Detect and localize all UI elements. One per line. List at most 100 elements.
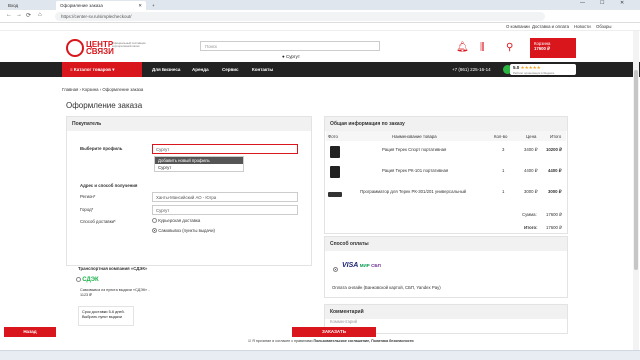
agreement-row[interactable]: ☑ Я прочитал и согласен с правилами Поль… [248,339,414,343]
nav-service[interactable]: Сервис [222,67,239,72]
product-image-2[interactable] [330,166,340,178]
product-image-3[interactable] [328,192,342,197]
city-selector[interactable]: ● Сургут [282,54,300,59]
payment-heading: Способ оплаты [325,237,567,251]
maximize-icon[interactable]: ☐ [600,0,604,6]
search-input[interactable]: Поиск [200,41,380,51]
delivery-label: Способ доставки* [80,219,116,224]
product-price-1: 3400 ₽ [524,147,538,152]
product-name-1[interactable]: Рация Терек Спорт портативная [382,147,446,152]
user-icon[interactable]: ⚲ [506,42,513,53]
url-field[interactable]: https://center-sv.ru/simplecheckout/ [55,12,545,21]
profile-label: Выберите профиль [80,146,123,151]
cdek-option[interactable]: СДЭК [76,277,99,283]
page-title: Оформление заказа [66,101,143,110]
cdek-term-box[interactable]: Срок доставки 5-6 дней. Выбрать пункт вы… [78,306,134,326]
col-qty: Кол-во [494,134,508,139]
taskbar [0,350,640,360]
sum-value: 17600 ₽ [546,212,562,217]
agreement-checkbox[interactable]: ☑ [248,339,251,343]
top-link-reviews[interactable]: Обзоры [596,24,612,29]
col-price: Цена [526,134,537,139]
close-window-icon[interactable]: ✕ [620,0,624,6]
cart-sum: 17600 ₽ [534,46,550,51]
forward-icon[interactable]: → [16,12,22,18]
product-name-3[interactable]: Программатор для Терек РК-301/201 универ… [360,189,466,194]
transport-heading: Транспортная компания «СДЭК» [78,266,148,271]
sum-label: Сумма: [522,212,537,217]
agreement-links[interactable]: Пользовательское соглашение, Политика бе… [313,339,413,343]
top-link-about[interactable]: О компании [506,24,530,29]
dropdown-option-surgut[interactable]: Сургут [155,164,243,171]
total-label: Итого: [524,225,538,230]
product-price-3: 3000 ₽ [524,189,538,194]
catalog-button[interactable]: ≡ Каталог товаров ▾ [62,62,142,77]
logo-subtitle: Официальный поставщик корпоративной связ… [112,41,146,49]
cdek-logo: СДЭК [82,277,99,283]
bell-icon[interactable]: 🔔︎ [456,42,469,53]
home-icon[interactable]: ⌂ [38,12,42,18]
col-photo: Фото [328,134,338,139]
location-pin-icon: ● [282,54,285,59]
product-qty-2: 1 [502,168,505,173]
product-qty-3: 1 [502,189,505,194]
yandex-rating-badge[interactable]: 5.0 ★★★★★ Рейтинг организации в Яндексе [510,64,576,75]
profile-dropdown[interactable]: Добавить новый профиль Сургут [154,156,244,172]
breadcrumb: Главная › Корзина › Оформление заказа [62,87,144,92]
tab-login[interactable]: Вход [4,1,52,10]
cart-button[interactable]: Корзина 17600 ₽ [530,38,576,58]
payment-radio[interactable] [333,267,338,273]
product-name-2[interactable]: Рация Терек РК-101 портативная [382,168,448,173]
col-total: Итого [550,134,562,139]
buyer-panel: Покупатель [66,116,312,266]
nav-contacts[interactable]: Контакты [252,67,273,72]
visa-logo: VISA [342,262,359,269]
comment-textarea[interactable]: Комментарий [330,319,357,324]
city-field[interactable]: Сургут [152,205,298,215]
breadcrumb-home[interactable]: Главная [62,87,78,92]
address-heading: Адрес и способ получения [80,183,138,188]
order-button[interactable]: ЗАКАЗАТЬ [292,327,376,337]
order-heading: Общая информация по заказу [325,117,567,131]
scrollbar-thumb[interactable] [634,70,638,270]
top-link-news[interactable]: Новости [574,24,591,29]
minimize-icon[interactable]: — [580,0,585,6]
region-label: Регион* [80,194,96,199]
product-total-2: 4400 ₽ [548,168,562,173]
region-select[interactable]: Ханты-Мансийский АО - Югра [152,192,298,202]
back-button[interactable]: Назад [4,327,56,337]
delivery-option-pickup[interactable]: Самовывоз (пункты выдачи) [152,228,215,234]
nav-rent[interactable]: Аренда [192,67,209,72]
close-tab-icon[interactable]: ✕ [138,3,142,9]
new-tab-button[interactable]: + [148,1,158,10]
product-total-1: 10200 ₽ [546,147,562,152]
reload-icon[interactable]: ⟳ [26,12,31,19]
tab-checkout[interactable]: Оформление заказа ✕ [56,1,146,10]
nav-business[interactable]: Для Бизнеса [152,67,180,72]
cdek-description: Самовывоз из пункта выдачи «СДЭК» - 1123… [80,288,150,297]
logo-icon[interactable] [66,39,84,57]
compare-icon[interactable]: ⫼ [480,42,485,53]
breadcrumb-cart[interactable]: Корзина [82,87,98,92]
breadcrumb-current: Оформление заказа [102,87,144,92]
logo-text[interactable]: ЦЕНТР СВЯЗИ [86,41,114,56]
product-qty-1: 3 [502,147,505,152]
back-icon[interactable]: ← [6,12,12,18]
buyer-heading: Покупатель [67,117,311,131]
delivery-option-courier[interactable]: Курьерская доставка [152,218,200,224]
mir-logo: МИР [359,263,370,268]
profile-select[interactable]: Сургут [152,144,298,154]
top-link-delivery[interactable]: Доставка и оплата [532,24,569,29]
payment-logos: VISA МИР СБП [342,262,392,282]
product-total-3: 3000 ₽ [548,189,562,194]
phone-number[interactable]: +7 (861) 225-16-14 [452,67,491,72]
radio-cdek[interactable] [76,277,81,283]
radio-courier[interactable] [152,218,157,224]
product-image-1[interactable] [330,146,340,158]
payment-description: Оплата онлайн (Банковской картой, СБП, Y… [332,285,441,290]
dropdown-option-add[interactable]: Добавить новый профиль [155,157,243,164]
product-price-2: 4400 ₽ [524,168,538,173]
radio-pickup[interactable] [152,228,157,234]
city-label: Город* [80,207,94,212]
col-name: Наименование товара [392,134,437,139]
